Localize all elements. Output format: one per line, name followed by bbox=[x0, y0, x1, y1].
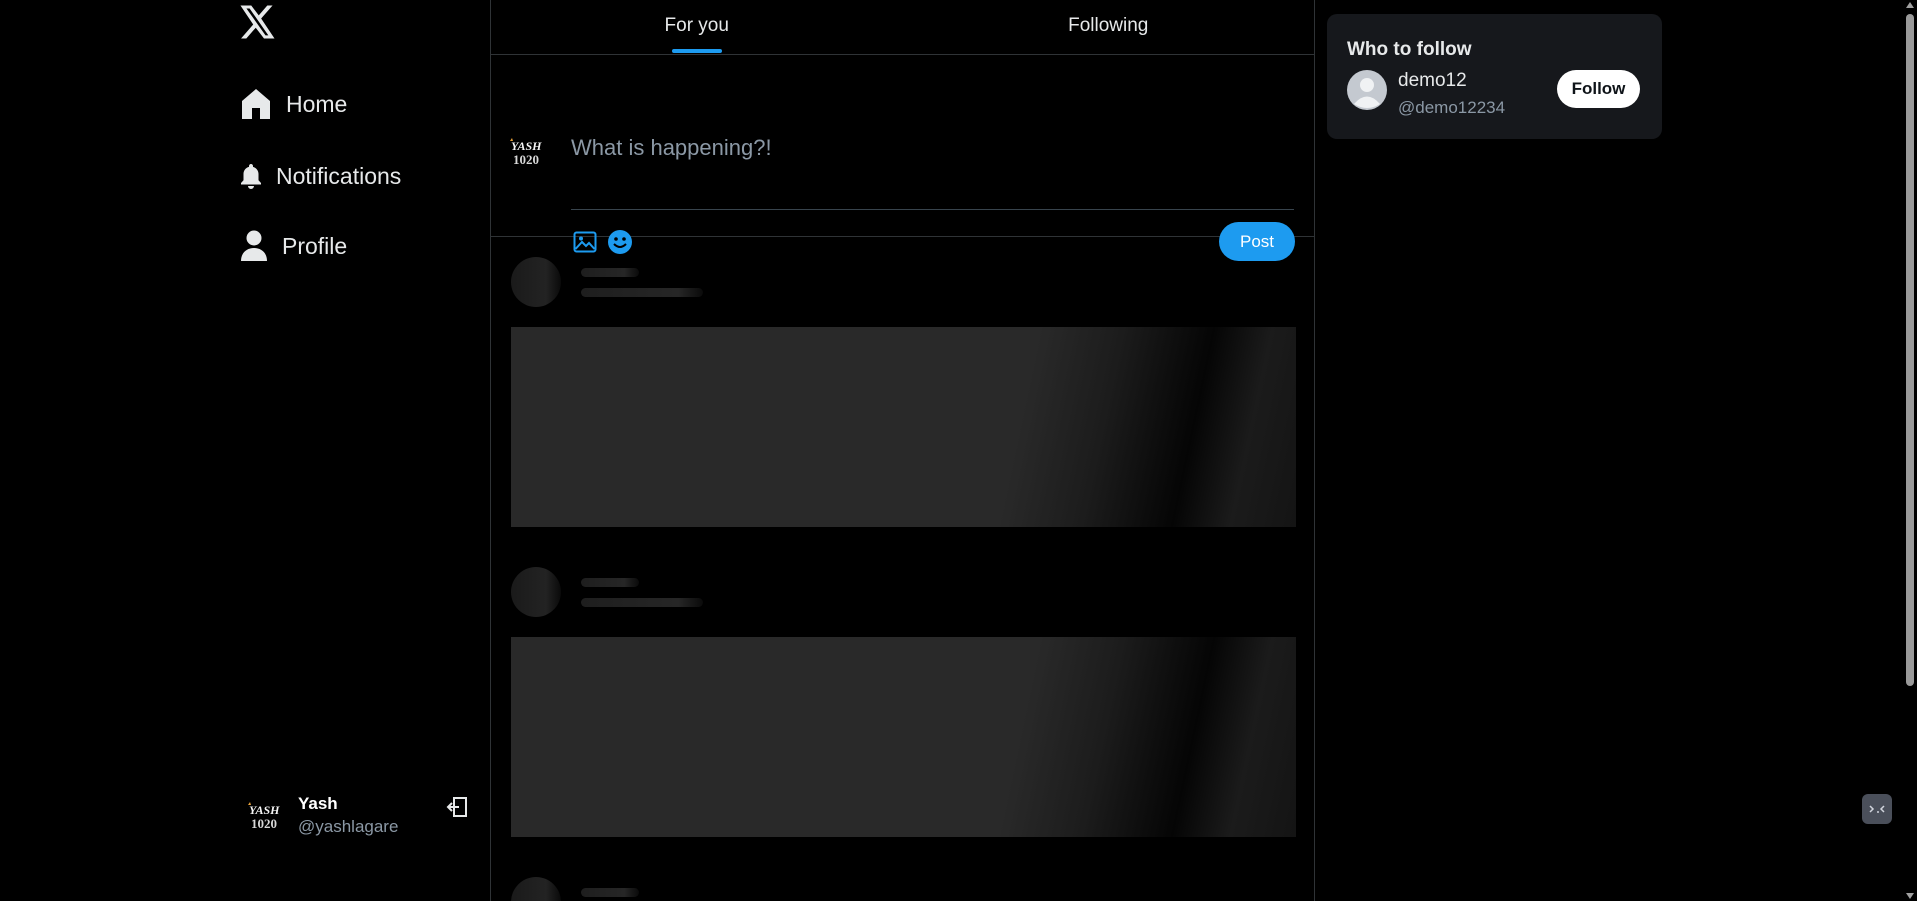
skeleton-line bbox=[581, 268, 639, 277]
left-sidebar: Home Notifications Profile YASH 1020 Yas… bbox=[0, 0, 490, 901]
home-icon bbox=[240, 88, 272, 120]
nav-item-notifications[interactable]: Notifications bbox=[240, 160, 401, 192]
avatar[interactable] bbox=[1347, 70, 1387, 110]
skeleton-line bbox=[581, 598, 703, 607]
svg-text:YASH: YASH bbox=[249, 803, 280, 817]
skeleton-media bbox=[511, 327, 1296, 527]
compose-input[interactable]: What is happening?! bbox=[571, 135, 772, 161]
tab-for-you[interactable]: For you bbox=[491, 0, 903, 54]
account-switcher[interactable]: YASH 1020 Yash @yashlagare bbox=[245, 793, 475, 838]
avatar: YASH 1020 bbox=[245, 793, 290, 838]
active-tab-indicator bbox=[671, 49, 722, 53]
tab-label: Following bbox=[1068, 15, 1149, 36]
scroll-up-arrow-icon[interactable] bbox=[1906, 2, 1914, 8]
nav-item-label: Home bbox=[286, 90, 348, 117]
skeleton-line bbox=[581, 288, 703, 297]
who-to-follow-card: Who to follow demo12 @demo12234 Follow bbox=[1327, 14, 1662, 139]
avatar: YASH 1020 bbox=[509, 137, 549, 167]
nav-item-label: Notifications bbox=[276, 162, 402, 189]
skeleton-avatar bbox=[511, 257, 561, 307]
suggested-user-name[interactable]: demo12 bbox=[1398, 70, 1467, 92]
account-handle: @yashlagare bbox=[298, 817, 399, 836]
main-feed: For you Following YASH 1020 What is happ… bbox=[490, 0, 1315, 901]
nav-item-profile[interactable]: Profile bbox=[240, 230, 347, 262]
dev-tools-icon[interactable] bbox=[1862, 794, 1892, 824]
skeleton-avatar bbox=[511, 567, 561, 617]
nav-item-home[interactable]: Home bbox=[240, 88, 347, 120]
follow-button[interactable]: Follow bbox=[1557, 70, 1640, 108]
emoji-icon[interactable] bbox=[607, 229, 633, 260]
svg-text:1020: 1020 bbox=[513, 152, 539, 167]
right-sidebar: Who to follow demo12 @demo12234 Follow bbox=[1315, 0, 1917, 901]
post-composer: YASH 1020 What is happening?! Post bbox=[491, 55, 1314, 261]
feed-tabs: For you Following bbox=[491, 0, 1314, 55]
skeleton-line bbox=[581, 578, 639, 587]
skeleton-line bbox=[581, 888, 639, 897]
x-logo-icon[interactable] bbox=[240, 5, 280, 45]
account-name: Yash bbox=[298, 794, 338, 813]
composer-tools bbox=[573, 229, 633, 260]
nav-item-label: Profile bbox=[282, 232, 348, 259]
bell-icon bbox=[240, 160, 262, 192]
tab-following[interactable]: Following bbox=[903, 0, 1315, 54]
skeleton-media bbox=[511, 637, 1296, 837]
who-to-follow-title: Who to follow bbox=[1347, 39, 1472, 60]
post-button[interactable]: Post bbox=[1219, 222, 1295, 261]
app-root: Home Notifications Profile YASH 1020 Yas… bbox=[0, 0, 1917, 901]
scroll-down-arrow-icon[interactable] bbox=[1906, 893, 1914, 899]
page-scrollbar[interactable] bbox=[1903, 0, 1917, 901]
divider bbox=[571, 209, 1294, 210]
svg-text:YASH: YASH bbox=[511, 139, 542, 153]
suggested-user-handle: @demo12234 bbox=[1398, 98, 1506, 117]
logout-icon[interactable] bbox=[446, 796, 470, 820]
svg-text:1020: 1020 bbox=[251, 816, 277, 831]
skeleton-avatar bbox=[511, 877, 561, 901]
image-icon[interactable] bbox=[573, 230, 597, 259]
tab-label: For you bbox=[664, 15, 729, 36]
user-icon bbox=[240, 230, 268, 262]
scrollbar-thumb[interactable] bbox=[1906, 14, 1914, 686]
